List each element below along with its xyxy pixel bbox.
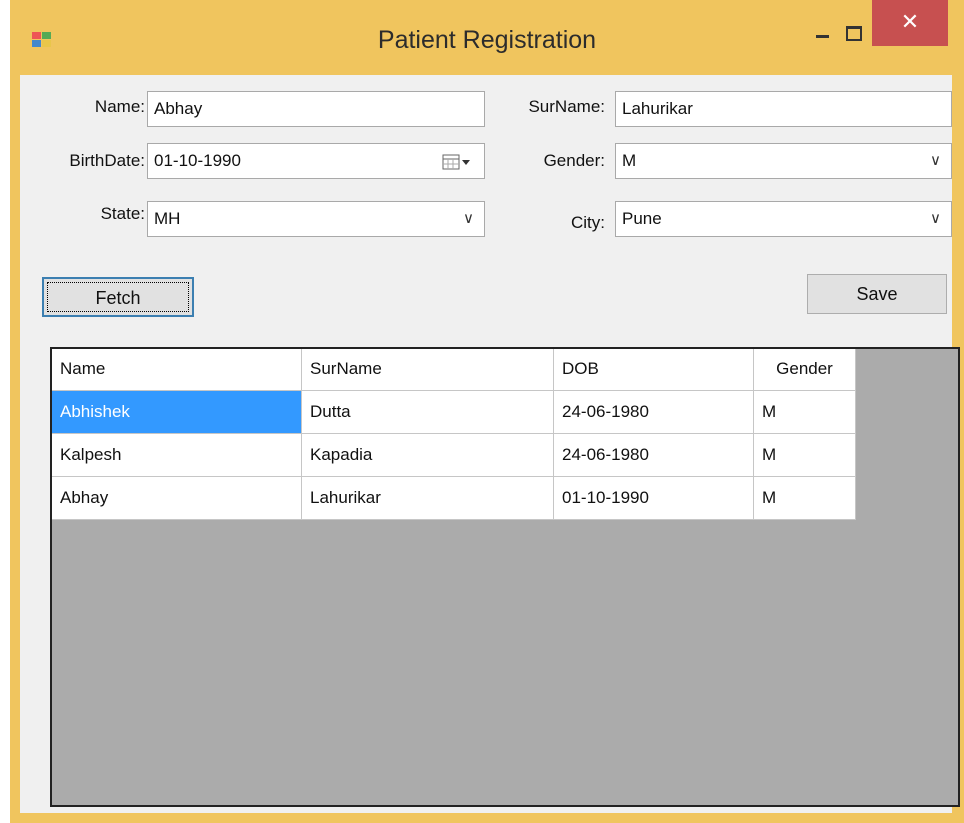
chevron-down-icon: ∨ [930, 152, 941, 169]
table-cell[interactable]: 01-10-1990 [554, 477, 754, 520]
name-value: Abhay [154, 99, 203, 118]
gender-value: M [622, 151, 637, 170]
column-header-name[interactable]: Name [52, 349, 302, 391]
close-button[interactable]: ✕ [872, 0, 948, 46]
minimize-icon [816, 35, 829, 38]
table-cell[interactable]: Dutta [302, 391, 554, 434]
name-input[interactable]: Abhay [147, 91, 485, 127]
surname-input[interactable]: Lahurikar [615, 91, 952, 127]
maximize-icon [846, 26, 862, 41]
name-label: Name: [94, 97, 145, 116]
table-cell[interactable]: Abhay [52, 477, 302, 520]
table-cell[interactable]: 24-06-1980 [554, 434, 754, 477]
table-cell[interactable]: Abhishek [52, 391, 302, 434]
column-header-dob[interactable]: DOB [554, 349, 754, 391]
table-cell[interactable]: M [754, 477, 856, 520]
gender-select[interactable]: M ∨ [615, 143, 952, 179]
column-header-gender[interactable]: Gender [754, 349, 856, 391]
table-cell[interactable]: Kalpesh [52, 434, 302, 477]
close-icon: ✕ [900, 9, 920, 34]
focus-rectangle [47, 282, 189, 312]
fetch-button[interactable]: Fetch [42, 277, 194, 317]
state-select[interactable]: MH ∨ [147, 201, 485, 237]
table-cell[interactable]: M [754, 434, 856, 477]
table-cell[interactable]: Lahurikar [302, 477, 554, 520]
patients-grid[interactable]: Name SurName DOB Gender Abhishek Dutta 2… [50, 347, 960, 807]
city-value: Pune [622, 209, 662, 228]
column-header-surname[interactable]: SurName [302, 349, 554, 391]
table-cell[interactable]: 24-06-1980 [554, 391, 754, 434]
app-window: Patient Registration ✕ Name: Abhay SurNa… [10, 0, 964, 823]
gender-label: Gender: [543, 151, 605, 170]
chevron-down-icon: ∨ [930, 210, 941, 227]
minimize-button[interactable] [808, 20, 838, 50]
chevron-down-icon: ∨ [463, 210, 474, 227]
city-select[interactable]: Pune ∨ [615, 201, 952, 237]
maximize-button[interactable] [838, 20, 872, 50]
state-value: MH [154, 209, 181, 228]
birthdate-picker[interactable]: 01-10-1990 [147, 143, 485, 179]
surname-value: Lahurikar [622, 99, 693, 118]
save-label: Save [856, 284, 898, 304]
table-cell[interactable]: M [754, 391, 856, 434]
birthdate-value: 01-10-1990 [154, 151, 241, 170]
birthdate-label: BirthDate: [69, 151, 145, 170]
city-label: City: [571, 213, 605, 232]
form-client-area: Name: Abhay SurName: Lahurikar BirthDate… [20, 75, 960, 813]
state-label: State: [100, 204, 145, 223]
calendar-icon[interactable] [442, 154, 472, 170]
save-button[interactable]: Save [807, 274, 947, 314]
table-cell[interactable]: Kapadia [302, 434, 554, 477]
surname-label: SurName: [528, 97, 605, 116]
